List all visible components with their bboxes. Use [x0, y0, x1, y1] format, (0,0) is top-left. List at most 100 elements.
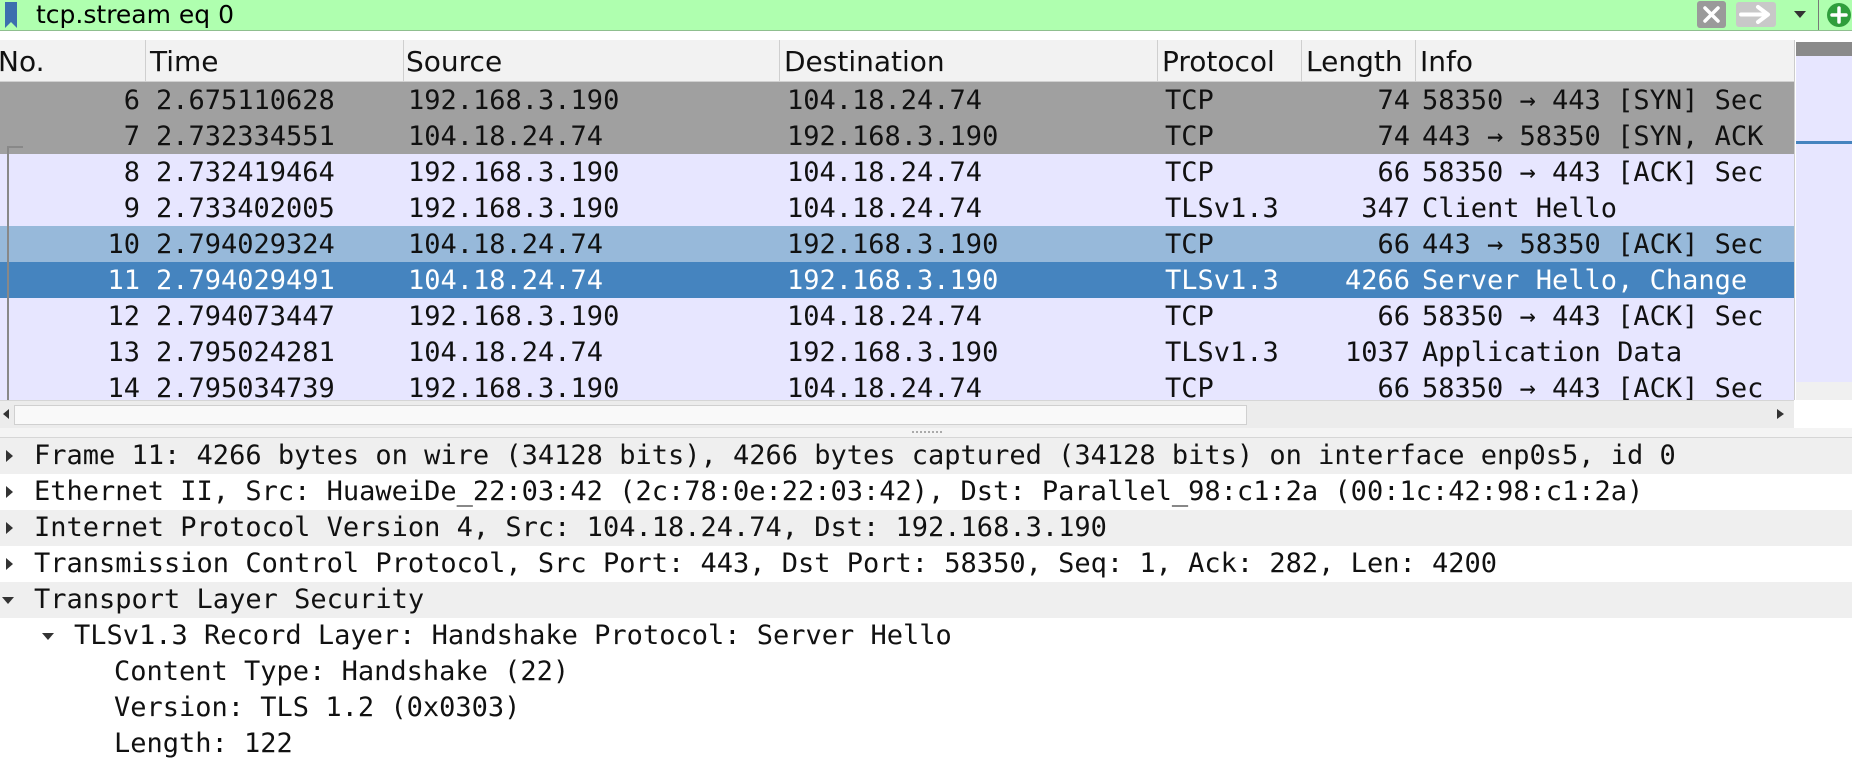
clear-filter-icon[interactable] [1697, 1, 1726, 28]
packet-no: 11 [107, 265, 140, 296]
packet-no: 12 [107, 301, 140, 332]
bookmark-icon[interactable] [3, 2, 19, 28]
column-header-destination[interactable]: Destination [780, 40, 1158, 82]
packet-length: 4266 [1344, 265, 1410, 296]
tree-item-content-type[interactable]: Content Type: Handshake (22) [0, 654, 1852, 690]
packet-length: 66 [1377, 301, 1410, 332]
packet-info: 58350 → 443 [ACK] Sec [1422, 373, 1764, 400]
packet-destination: 192.168.3.190 [787, 121, 999, 152]
packet-length: 66 [1377, 157, 1410, 188]
packet-row[interactable]: 9 2.733402005 192.168.3.190 104.18.24.74… [0, 190, 1794, 226]
expand-arrow-icon[interactable] [0, 438, 20, 474]
tree-item-label: Transport Layer Security [34, 584, 425, 615]
packet-list-horizontal-scrollbar[interactable] [0, 400, 1794, 428]
display-filter-input[interactable]: tcp.stream eq 0 [36, 0, 234, 30]
packet-destination: 104.18.24.74 [787, 85, 983, 116]
expand-arrow-icon[interactable] [0, 546, 20, 582]
packet-protocol: TLSv1.3 [1165, 193, 1279, 224]
packet-destination: 192.168.3.190 [787, 229, 999, 260]
packet-list-header: No. Time Source Destination Protocol Len… [0, 40, 1794, 82]
packet-time: 2.794029491 [156, 265, 335, 296]
minimap-below-region [1796, 382, 1852, 400]
horizontal-scroll-thumb[interactable] [14, 405, 1247, 425]
packet-row[interactable]: 14 2.795034739 192.168.3.190 104.18.24.7… [0, 370, 1794, 400]
packet-length: 74 [1377, 121, 1410, 152]
tree-item-label: Content Type: Handshake (22) [114, 656, 570, 687]
conversation-bracket-start [7, 146, 23, 148]
packet-length: 74 [1377, 85, 1410, 116]
packet-details-tree: Frame 11: 4266 bytes on wire (34128 bits… [0, 438, 1852, 766]
packet-info: Client Hello [1422, 193, 1618, 224]
tree-item-length[interactable]: Length: 122 [0, 726, 1852, 762]
packet-time: 2.733402005 [156, 193, 335, 224]
packet-row-related[interactable]: 10 2.794029324 104.18.24.74 192.168.3.19… [0, 226, 1794, 262]
tree-item-label: Transmission Control Protocol, Src Port:… [34, 548, 1497, 579]
packet-protocol: TCP [1165, 373, 1214, 400]
apply-filter-arrow-icon[interactable] [1736, 2, 1776, 27]
expand-arrow-icon[interactable] [0, 474, 20, 510]
packet-length: 66 [1377, 229, 1410, 260]
tree-item-tls[interactable]: Transport Layer Security [0, 582, 1852, 618]
packet-source: 104.18.24.74 [408, 229, 604, 260]
tree-item-tcp[interactable]: Transmission Control Protocol, Src Port:… [0, 546, 1852, 582]
packet-source: 104.18.24.74 [408, 265, 604, 296]
column-header-info[interactable]: Info [1416, 40, 1794, 82]
packet-length: 347 [1361, 193, 1410, 224]
minimap-syn-marker [1796, 42, 1852, 56]
packet-no: 8 [123, 157, 140, 188]
packet-time: 2.795034739 [156, 373, 335, 400]
minimap-visible-region[interactable] [1796, 42, 1852, 382]
packet-time: 2.732334551 [156, 121, 335, 152]
packet-destination: 104.18.24.74 [787, 193, 983, 224]
minimap-selected-marker [1796, 141, 1852, 144]
collapse-arrow-icon[interactable] [0, 582, 20, 618]
packet-source: 104.18.24.74 [408, 121, 604, 152]
tree-item-label: Version: TLS 1.2 (0x0303) [114, 692, 521, 723]
packet-no: 6 [123, 85, 140, 116]
column-header-time[interactable]: Time [146, 40, 404, 82]
packet-row[interactable]: 12 2.794073447 192.168.3.190 104.18.24.7… [0, 298, 1794, 334]
packet-no: 7 [123, 121, 140, 152]
tree-item-ethernet[interactable]: Ethernet II, Src: HuaweiDe_22:03:42 (2c:… [0, 474, 1852, 510]
packet-info: 443 → 58350 [ACK] Sec [1422, 229, 1764, 260]
packet-info: 58350 → 443 [ACK] Sec [1422, 301, 1764, 332]
packet-no: 14 [107, 373, 140, 400]
tree-item-tls-record[interactable]: TLSv1.3 Record Layer: Handshake Protocol… [0, 618, 1852, 654]
packet-protocol: TLSv1.3 [1165, 265, 1279, 296]
filter-bar-separator [1818, 0, 1819, 30]
splitter-grip-icon[interactable] [912, 431, 942, 436]
packet-protocol: TCP [1165, 229, 1214, 260]
packet-rows: 6 2.675110628 192.168.3.190 104.18.24.74… [0, 82, 1794, 400]
column-header-no[interactable]: No. [0, 40, 146, 82]
expand-arrow-icon[interactable] [0, 510, 20, 546]
packet-time: 2.794029324 [156, 229, 335, 260]
packet-source: 192.168.3.190 [408, 373, 620, 400]
tree-item-frame[interactable]: Frame 11: 4266 bytes on wire (34128 bits… [0, 438, 1852, 474]
filter-history-dropdown-icon[interactable] [1790, 0, 1810, 28]
packet-list: No. Time Source Destination Protocol Len… [0, 40, 1852, 400]
packet-source: 192.168.3.190 [408, 157, 620, 188]
packet-time: 2.732419464 [156, 157, 335, 188]
packet-row[interactable]: 6 2.675110628 192.168.3.190 104.18.24.74… [0, 82, 1794, 118]
packet-row[interactable]: 7 2.732334551 104.18.24.74 192.168.3.190… [0, 118, 1794, 154]
packet-row-selected[interactable]: 11 2.794029491 104.18.24.74 192.168.3.19… [0, 262, 1794, 298]
packet-row[interactable]: 13 2.795024281 104.18.24.74 192.168.3.19… [0, 334, 1794, 370]
tree-item-version[interactable]: Version: TLS 1.2 (0x0303) [0, 690, 1852, 726]
tree-item-ip[interactable]: Internet Protocol Version 4, Src: 104.18… [0, 510, 1852, 546]
collapse-arrow-icon[interactable] [40, 618, 60, 654]
column-header-protocol[interactable]: Protocol [1158, 40, 1302, 82]
packet-destination: 192.168.3.190 [787, 265, 999, 296]
packet-destination: 104.18.24.74 [787, 157, 983, 188]
tree-item-label: Ethernet II, Src: HuaweiDe_22:03:42 (2c:… [34, 476, 1644, 507]
column-header-source[interactable]: Source [402, 40, 780, 82]
scroll-right-arrow-icon[interactable] [1770, 404, 1790, 424]
column-header-length[interactable]: Length [1302, 40, 1416, 82]
packet-info: Application Data [1422, 337, 1683, 368]
tree-item-label: TLSv1.3 Record Layer: Handshake Protocol… [74, 620, 952, 651]
packet-row[interactable]: 8 2.732419464 192.168.3.190 104.18.24.74… [0, 154, 1794, 190]
add-filter-button-icon[interactable] [1826, 2, 1852, 28]
packet-protocol: TCP [1165, 85, 1214, 116]
packet-protocol: TCP [1165, 301, 1214, 332]
scroll-left-arrow-icon[interactable] [0, 404, 12, 424]
packet-protocol: TLSv1.3 [1165, 337, 1279, 368]
